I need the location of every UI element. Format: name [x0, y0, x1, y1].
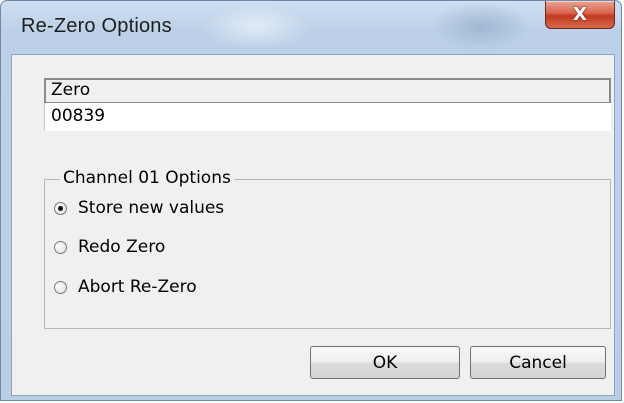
title-bar-shade [431, 1, 531, 51]
radio-label: Abort Re-Zero [78, 277, 197, 297]
radio-store-new-values[interactable]: Store new values [54, 196, 224, 220]
close-icon: X [573, 4, 587, 25]
title-bar-highlight [201, 5, 311, 49]
radio-button[interactable] [54, 280, 67, 294]
radio-button-selected[interactable] [54, 201, 67, 215]
zero-column-header: Zero [44, 78, 611, 103]
window-title: Re-Zero Options [21, 15, 172, 37]
radio-label: Store new values [78, 198, 225, 218]
channel-options-legend: Channel 01 Options [60, 166, 234, 190]
close-button[interactable]: X [545, 1, 615, 29]
dialog-window: Re-Zero Options X Zero 00839 Channel 01 … [0, 0, 622, 401]
dialog-client-area: Zero 00839 Channel 01 Options Store new … [11, 54, 615, 396]
radio-redo-zero[interactable]: Redo Zero [54, 235, 165, 259]
cancel-button[interactable]: Cancel [470, 346, 606, 379]
ok-button[interactable]: OK [310, 346, 460, 379]
radio-button[interactable] [54, 240, 67, 254]
zero-value-field[interactable]: 00839 [44, 103, 611, 131]
radio-abort-re-zero[interactable]: Abort Re-Zero [54, 275, 197, 299]
radio-label: Redo Zero [78, 237, 166, 257]
